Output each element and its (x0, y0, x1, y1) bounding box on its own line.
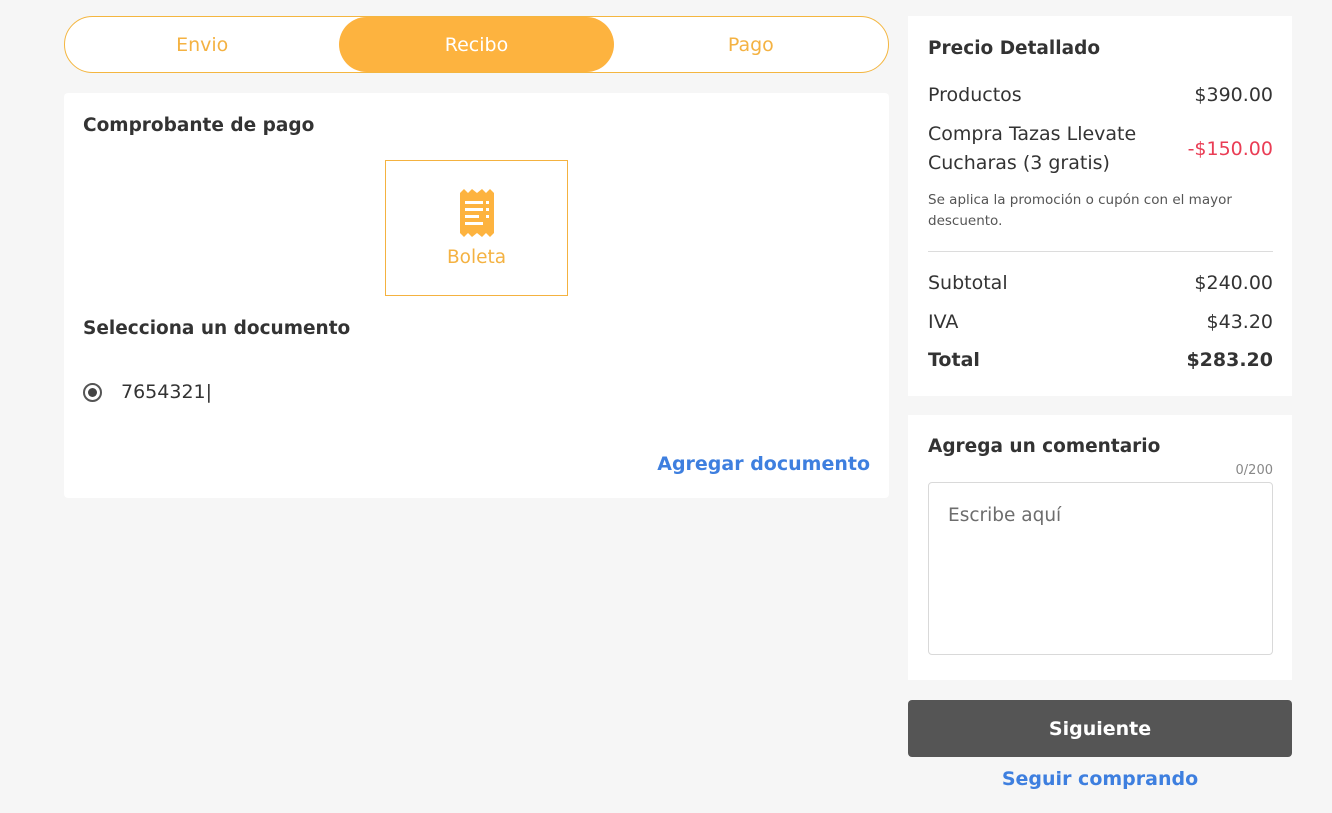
comment-title: Agrega un comentario (928, 436, 1161, 457)
products-row: Productos $390.00 (928, 84, 1273, 106)
subtotal-label: Subtotal (928, 272, 1008, 294)
document-number: 7654321| (121, 381, 213, 403)
document-radio[interactable] (83, 382, 102, 402)
add-document-link[interactable]: Agregar documento (657, 453, 870, 475)
subtotal-row: Subtotal $240.00 (928, 272, 1273, 294)
step-envio[interactable]: Envio (65, 17, 339, 72)
comment-char-counter: 0/200 (1235, 463, 1273, 478)
promo-note: Se aplica la promoción o cupón con el ma… (928, 192, 1232, 229)
subtotal-value: $240.00 (1194, 272, 1273, 294)
tax-label: IVA (928, 311, 959, 333)
tax-value: $43.20 (1206, 311, 1273, 333)
products-value: $390.00 (1194, 84, 1273, 106)
continue-shopping-link[interactable]: Seguir comprando (908, 768, 1292, 790)
receipt-icon (459, 188, 494, 237)
total-label: Total (928, 349, 980, 371)
summary-divider (928, 251, 1273, 252)
comment-card: Agrega un comentario 0/200 (908, 415, 1292, 680)
tax-row: IVA $43.20 (928, 311, 1273, 333)
next-button[interactable]: Siguiente (908, 700, 1292, 757)
comment-textarea[interactable] (928, 482, 1273, 655)
receipt-card: Comprobante de pago Boleta Selecciona un… (64, 93, 889, 498)
receipt-option-label: Boleta (446, 246, 507, 268)
total-row: Total $283.20 (928, 349, 1273, 371)
document-option[interactable]: 7654321| (83, 381, 212, 403)
total-value: $283.20 (1186, 349, 1273, 371)
receipt-section-title: Comprobante de pago (83, 115, 315, 136)
products-label: Productos (928, 84, 1022, 106)
checkout-stepper: Envio Recibo Pago (64, 16, 889, 73)
step-pago[interactable]: Pago (614, 17, 888, 72)
summary-title: Precio Detallado (928, 38, 1101, 59)
price-summary-card: Precio Detallado Productos $390.00 Compr… (908, 16, 1292, 396)
promo-discount-value: -$150.00 (1187, 138, 1273, 160)
radio-selected-dot (88, 387, 97, 397)
promo-row: Compra Tazas Llevate Cucharas (3 gratis)… (928, 120, 1273, 178)
step-recibo[interactable]: Recibo (339, 17, 614, 72)
select-document-title: Selecciona un documento (83, 318, 351, 339)
promo-name: Compra Tazas Llevate Cucharas (3 gratis) (928, 123, 1137, 174)
receipt-option-boleta[interactable]: Boleta (385, 160, 568, 296)
